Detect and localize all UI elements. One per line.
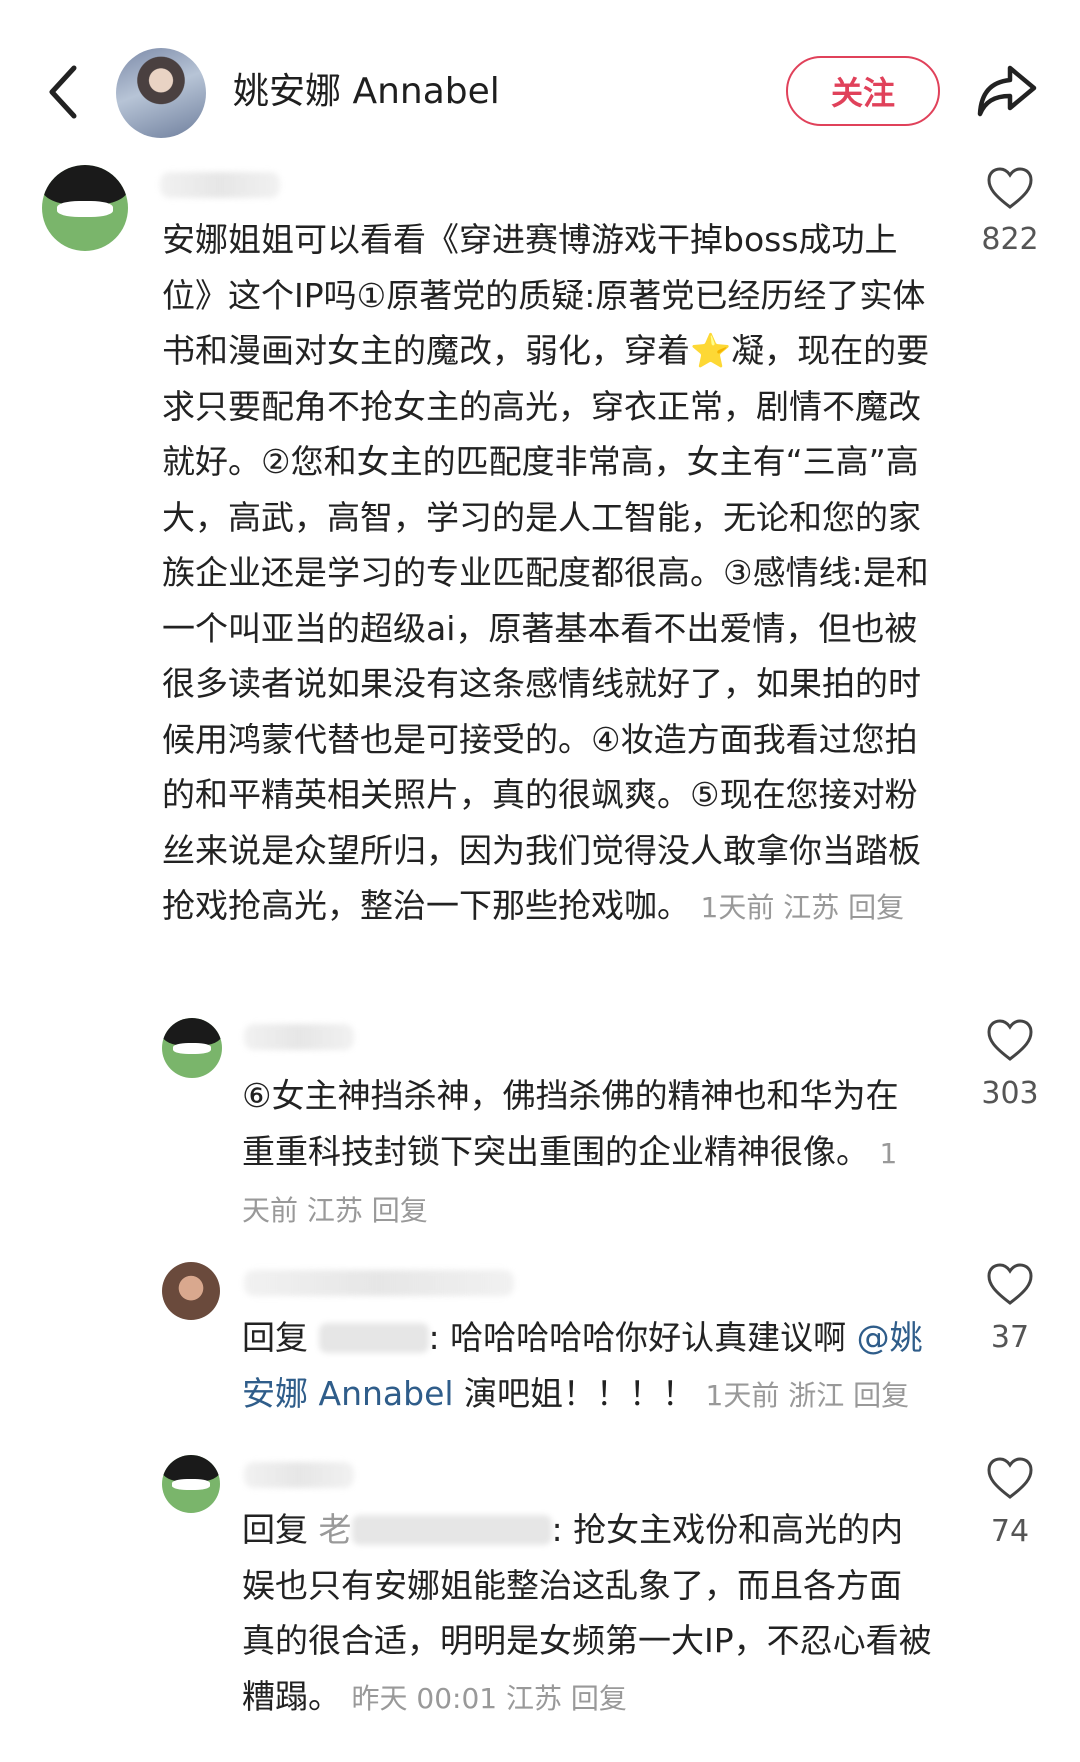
commenter-name-blurred xyxy=(244,1024,354,1050)
reply-target[interactable]: 老 xyxy=(319,1510,352,1549)
like-count: 303 xyxy=(981,1076,1039,1111)
profile-name[interactable]: 姚安娜 Annabel xyxy=(233,68,500,116)
heart-icon[interactable] xyxy=(986,1018,1034,1062)
heart-icon[interactable] xyxy=(986,166,1034,210)
comment-text-end: 演吧姐！！！！ xyxy=(453,1373,696,1413)
reply-target-blurred xyxy=(318,1323,429,1353)
comment-meta[interactable]: 1天前 浙江 回复 xyxy=(706,1379,910,1412)
reply-target-blurred xyxy=(351,1515,552,1545)
comment-text: 安娜姐姐可以看看《穿进赛博游戏干掉boss成功上位》这个IP吗①原著党的质疑:原… xyxy=(162,220,930,925)
comment-body: 安娜姐姐可以看看《穿进赛博游戏干掉boss成功上位》这个IP吗①原著党的质疑:原… xyxy=(162,212,934,936)
share-icon[interactable] xyxy=(976,62,1038,118)
follow-button[interactable]: 关注 xyxy=(786,56,940,126)
like-count: 74 xyxy=(990,1514,1030,1549)
commenter-avatar[interactable] xyxy=(162,1262,220,1320)
reply-prefix: 回复 xyxy=(242,1510,308,1549)
commenter-avatar[interactable] xyxy=(42,165,128,251)
comment-body: 回复 : 哈哈哈哈哈你好认真建议啊 @姚安娜 Annabel 演吧姐！！！！ 1… xyxy=(242,1310,932,1423)
commenter-name-blurred xyxy=(244,1462,354,1488)
profile-avatar[interactable] xyxy=(116,48,206,138)
back-icon[interactable] xyxy=(44,64,84,120)
like-count: 37 xyxy=(990,1320,1030,1355)
comment-body: ⑥女主神挡杀神，佛挡杀佛的精神也和华为在重重科技封锁下突出重围的企业精神很像。 … xyxy=(242,1068,922,1239)
comment-text: ⑥女主神挡杀神，佛挡杀佛的精神也和华为在重重科技封锁下突出重围的企业精神很像。 xyxy=(242,1076,899,1171)
commenter-avatar[interactable] xyxy=(162,1455,220,1513)
comment-meta[interactable]: 昨天 00:01 江苏 回复 xyxy=(352,1682,627,1715)
comment-body: 回复 老: 抢女主戏份和高光的内娱也只有安娜姐能整治这乱象了，而且各方面真的很合… xyxy=(242,1502,932,1726)
like-count: 822 xyxy=(981,222,1039,257)
comment-text: : 哈哈哈哈哈你好认真建议啊 xyxy=(428,1318,857,1357)
heart-icon[interactable] xyxy=(986,1456,1034,1500)
commenter-name-blurred xyxy=(244,1270,514,1296)
top-bar: 姚安娜 Annabel 关注 xyxy=(0,0,1080,165)
reply-prefix: 回复 xyxy=(242,1318,308,1357)
comment-meta[interactable]: 1天前 江苏 回复 xyxy=(701,891,905,924)
heart-icon[interactable] xyxy=(986,1262,1034,1306)
commenter-avatar[interactable] xyxy=(162,1018,222,1078)
commenter-name-blurred xyxy=(160,172,280,198)
